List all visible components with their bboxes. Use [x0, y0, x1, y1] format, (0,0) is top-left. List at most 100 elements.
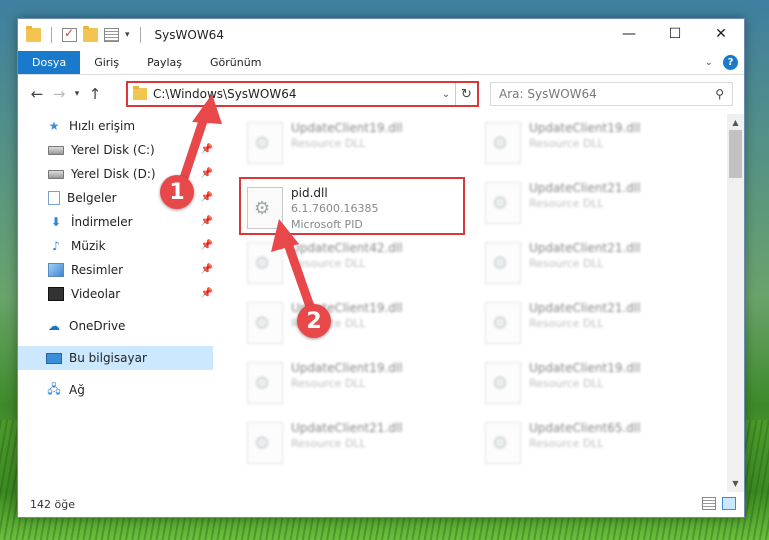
view-buttons: [702, 497, 736, 510]
list-item[interactable]: UpdateClient21.dll Resource DLL: [231, 414, 457, 472]
divider: [51, 27, 52, 43]
address-dropdown-chevron-icon[interactable]: ⌄: [437, 89, 455, 100]
recent-locations-chevron-icon[interactable]: ▾: [70, 89, 84, 99]
list-item[interactable]: UpdateClient19.dllResource DLL: [231, 294, 457, 352]
dll-file-icon: [485, 362, 521, 404]
file-type: Resource DLL: [291, 437, 366, 450]
nav-item-music[interactable]: ♪ Müzik 📌: [18, 234, 213, 258]
tab-view[interactable]: Görünüm: [196, 51, 275, 74]
file-type: Resource DLL: [529, 257, 604, 270]
nav-item-onedrive[interactable]: ☁ OneDrive: [18, 314, 213, 338]
file-name: UpdateClient21.dll: [291, 421, 403, 435]
chevron-down-icon[interactable]: ▾: [125, 30, 130, 40]
dll-file-icon: [247, 422, 283, 464]
tab-home[interactable]: Giriş: [80, 51, 133, 74]
pin-icon[interactable]: 📌: [201, 264, 213, 275]
explorer-window: ▾ SysWOW64 — ☐ ✕ Dosya Giriş Paylaş Görü…: [17, 18, 745, 518]
nav-item-pictures[interactable]: Resimler 📌: [18, 258, 213, 282]
list-item[interactable]: UpdateClient19.dllResource DLL: [469, 354, 695, 412]
nav-item-downloads[interactable]: ⬇ İndirmeler 📌: [18, 210, 213, 234]
pin-icon[interactable]: 📌: [201, 192, 213, 203]
forward-arrow-icon[interactable]: →: [48, 85, 70, 103]
nav-item-label: Yerel Disk (D:): [71, 167, 156, 181]
new-folder-icon[interactable]: [83, 26, 98, 42]
nav-item-label: Hızlı erişim: [69, 119, 136, 133]
dll-file-icon: [247, 302, 283, 344]
title-bar: ▾ SysWOW64 — ☐ ✕: [18, 19, 744, 51]
nav-item-network[interactable]: 🖧 Ağ: [18, 378, 213, 402]
pin-icon[interactable]: 📌: [201, 168, 213, 179]
nav-item-quick-access[interactable]: ★ Hızlı erişim: [18, 114, 213, 138]
up-arrow-icon[interactable]: ↑: [84, 85, 106, 103]
status-bar: 142 öğe: [18, 491, 744, 517]
list-item[interactable]: UpdateClient19.dllResource DLL: [231, 114, 457, 172]
customize-toolbar-icon[interactable]: [104, 28, 119, 42]
dll-file-icon: [485, 242, 521, 284]
item-count: 142 öğe: [30, 497, 75, 511]
pin-icon[interactable]: 📌: [201, 216, 213, 227]
file-type: Resource DLL: [529, 197, 604, 210]
list-item[interactable]: UpdateClient19.dll Resource DLL: [469, 114, 695, 172]
file-name: UpdateClient21.dll: [529, 241, 641, 255]
details-view-icon[interactable]: [702, 497, 716, 510]
properties-check-icon[interactable]: [62, 26, 77, 42]
search-icon[interactable]: ⚲: [715, 87, 724, 101]
pin-icon[interactable]: 📌: [201, 288, 213, 299]
list-item[interactable]: UpdateClient19.dllResource DLL: [231, 354, 457, 412]
address-path[interactable]: C:\Windows\SysWOW64: [153, 87, 437, 101]
file-name: UpdateClient19.dll: [529, 121, 641, 135]
pin-icon[interactable]: 📌: [201, 240, 213, 251]
vertical-scrollbar[interactable]: ▲ ▼: [727, 114, 744, 492]
nav-item-local-disk-c[interactable]: Yerel Disk (C:) 📌: [18, 138, 213, 162]
tiles-view-icon[interactable]: [722, 497, 736, 510]
help-icon[interactable]: ?: [723, 55, 738, 70]
list-item[interactable]: UpdateClient65.dll Resource DLL: [469, 414, 695, 472]
divider: [139, 27, 141, 43]
expand-ribbon-icon[interactable]: ⌄: [705, 57, 713, 68]
list-item[interactable]: UpdateClient21.dll Resource DLL: [469, 294, 695, 352]
dll-file-icon: [485, 182, 521, 224]
file-type: Resource DLL: [529, 137, 604, 150]
star-icon: ★: [48, 119, 60, 133]
nav-item-this-pc[interactable]: Bu bilgisayar: [18, 346, 213, 370]
file-type: Resource DLL: [529, 437, 604, 450]
caption-buttons: — ☐ ✕: [606, 19, 744, 49]
close-button[interactable]: ✕: [698, 19, 744, 49]
address-bar[interactable]: C:\Windows\SysWOW64 ⌄ ↻: [126, 81, 479, 107]
drive-icon: [48, 145, 64, 155]
file-name: UpdateClient21.dll: [529, 181, 641, 195]
tab-file[interactable]: Dosya: [18, 51, 81, 74]
scroll-down-icon[interactable]: ▼: [727, 475, 744, 492]
music-icon: ♪: [52, 239, 60, 253]
search-input[interactable]: Ara: SysWOW64 ⚲: [490, 82, 733, 106]
address-row: ← → ▾ ↑ C:\Windows\SysWOW64 ⌄ ↻ Ara: Sys…: [18, 75, 744, 113]
minimize-button[interactable]: —: [606, 19, 652, 49]
scroll-up-icon[interactable]: ▲: [727, 114, 744, 131]
nav-item-label: İndirmeler: [71, 215, 133, 229]
this-pc-icon: [46, 352, 62, 364]
videos-icon: [48, 287, 64, 301]
file-company: Microsoft PID: [291, 218, 363, 231]
maximize-button[interactable]: ☐: [652, 19, 698, 49]
refresh-icon[interactable]: ↻: [455, 83, 477, 105]
list-item[interactable]: UpdateClient42.dll Resource DLL: [231, 234, 457, 292]
nav-item-label: Yerel Disk (C:): [71, 143, 155, 157]
file-name: UpdateClient42.dll: [291, 241, 403, 255]
list-item[interactable]: UpdateClient21.dll Resource DLL: [469, 234, 695, 292]
onedrive-icon: ☁: [48, 319, 60, 333]
pin-icon[interactable]: 📌: [201, 144, 213, 155]
scroll-thumb[interactable]: [729, 130, 742, 178]
file-name: pid.dll: [291, 186, 328, 200]
list-item[interactable]: UpdateClient21.dll Resource DLL: [469, 174, 695, 232]
step-2-badge: 2: [297, 304, 331, 338]
nav-item-label: OneDrive: [69, 319, 126, 333]
dll-file-icon: [485, 302, 521, 344]
network-icon: 🖧: [47, 381, 61, 396]
nav-item-label: Ağ: [69, 383, 85, 397]
back-arrow-icon[interactable]: ←: [26, 85, 48, 103]
nav-item-videos[interactable]: Videolar 📌: [18, 282, 213, 306]
tab-share[interactable]: Paylaş: [133, 51, 196, 74]
navigation-pane: ★ Hızlı erişim Yerel Disk (C:) 📌 Yerel D…: [18, 114, 213, 492]
dll-file-icon: [247, 187, 283, 229]
highlighted-file-pid-dll[interactable]: pid.dll 6.1.7600.16385 Microsoft PID: [239, 177, 465, 235]
